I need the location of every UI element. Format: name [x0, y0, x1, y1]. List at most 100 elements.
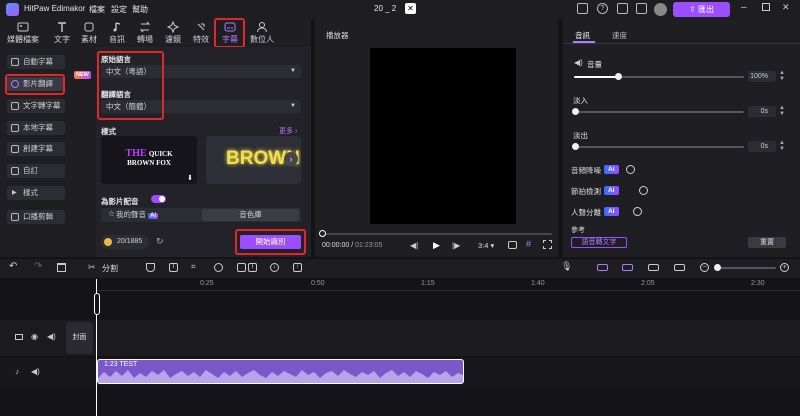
split-track-icon[interactable]	[648, 264, 659, 271]
volume-value-box[interactable]: 100%	[748, 71, 776, 82]
menu-help[interactable]: 幫助	[132, 4, 148, 15]
undo-icon[interactable]: ↶	[9, 261, 17, 272]
tab-divider	[563, 43, 800, 44]
zoom-in-icon[interactable]: +	[780, 263, 789, 272]
zoom-out-icon[interactable]: −	[700, 263, 709, 272]
speech-to-text-button[interactable]: 語音轉文字	[571, 237, 627, 248]
volume-knob[interactable]	[615, 73, 622, 80]
menu-settings[interactable]: 設定	[111, 4, 127, 15]
audio-clip[interactable]: 1:23 TEST	[97, 359, 464, 384]
project-name[interactable]: 20 _ 2	[374, 4, 396, 13]
style-preset-brown[interactable]: BROWN ›	[206, 136, 301, 184]
split-label[interactable]: 分割	[102, 263, 118, 274]
sidebar-item-style[interactable]: ▶ 樣式	[7, 186, 65, 200]
stepper-icon[interactable]: ▲ ▼	[779, 140, 785, 152]
message-icon[interactable]	[617, 3, 628, 14]
mail-icon[interactable]	[636, 3, 647, 14]
text-template-icon[interactable]: T	[248, 263, 257, 272]
track-lock-icon[interactable]	[15, 334, 23, 340]
delete-icon[interactable]	[57, 263, 66, 272]
video-track	[0, 320, 800, 356]
download-icon[interactable]: ↓	[270, 263, 279, 272]
tab-speed[interactable]: 速度	[612, 30, 627, 41]
sidebar-item-create-subtitle[interactable]: 創建字幕	[7, 142, 65, 156]
reset-button[interactable]: 重置	[748, 237, 786, 248]
chevron-right-icon[interactable]: ›	[284, 152, 298, 166]
microphone-icon[interactable]: 🎙︎	[561, 261, 572, 272]
export-clip-icon[interactable]: ↑	[293, 263, 302, 272]
volume-icon[interactable]: ◀)	[31, 367, 40, 376]
sidebar-item-talking-edit[interactable]: 口播剪輯	[7, 210, 65, 224]
time-display: 00:00:00 / 01:23:05	[322, 242, 383, 249]
fade-out-slider[interactable]	[574, 146, 744, 148]
export-button[interactable]: ⇪ 匯出	[673, 2, 730, 17]
video-preview[interactable]	[370, 48, 516, 224]
cover-button[interactable]: 封面	[66, 322, 93, 354]
info-icon[interactable]	[633, 207, 642, 216]
refresh-icon[interactable]: ↻	[156, 236, 164, 247]
caret-right-icon: ▶	[12, 190, 17, 196]
magnet-icon[interactable]	[622, 264, 633, 271]
my-voice-tab[interactable]: ☆ 我的聲音 Ai	[108, 209, 159, 221]
more-link[interactable]: 更多 ›	[279, 126, 297, 136]
info-icon[interactable]	[639, 186, 648, 195]
sidebar-item-text-to-subtitle[interactable]: 文字轉字幕	[7, 99, 65, 113]
crop-icon[interactable]: ⌗	[191, 262, 196, 272]
close-window-icon[interactable]: ✕	[782, 2, 790, 13]
stepper-icon[interactable]: ▲ ▼	[779, 70, 785, 82]
fade-out-value-box[interactable]: 0s	[748, 141, 776, 152]
sidebar-item-local-subtitle[interactable]: 本地字幕	[7, 121, 65, 135]
redo-icon[interactable]: ↷	[34, 261, 42, 272]
play-icon[interactable]: ▶	[433, 240, 440, 251]
style-preset-quick-brown-fox[interactable]: THE QUICK BROWN FOX ⬇	[101, 136, 197, 184]
sidebar-item-label: 本地字幕	[23, 123, 53, 132]
fit-icon[interactable]	[674, 264, 685, 271]
help-icon[interactable]: ?	[597, 3, 608, 14]
volume-label: 音量	[587, 60, 602, 69]
download-icon[interactable]: ⬇	[187, 174, 193, 182]
info-icon[interactable]	[626, 165, 635, 174]
sidebar-item-custom[interactable]: 自訂	[7, 164, 65, 178]
voice-library-tab[interactable]: 音色庫	[202, 209, 299, 221]
link-icon[interactable]	[597, 264, 608, 271]
tool-avatar[interactable]: 數位人	[246, 20, 278, 46]
avatar[interactable]	[654, 3, 667, 16]
eye-icon[interactable]: ◉	[31, 332, 38, 341]
menu-file[interactable]: 檔案	[89, 4, 105, 15]
style1-word-the: THE	[125, 148, 147, 159]
screen-icon[interactable]	[577, 3, 588, 14]
stepper-icon[interactable]: ▲ ▼	[779, 105, 785, 117]
speed-icon[interactable]	[214, 263, 223, 272]
fade-in-knob[interactable]	[572, 108, 579, 115]
fade-in-value-box[interactable]: 0s	[748, 106, 776, 117]
playhead-handle[interactable]	[94, 293, 100, 315]
tab-audio[interactable]: 音訊	[575, 30, 590, 41]
fade-out-knob[interactable]	[572, 143, 579, 150]
sidebar-item-auto-subtitle[interactable]: 自動字幕	[7, 55, 65, 69]
maximize-icon[interactable]	[762, 3, 770, 11]
tool-effects[interactable]: 特效	[185, 20, 217, 46]
talking-edit-icon	[11, 213, 19, 221]
close-preview-icon[interactable]: ✕	[405, 3, 416, 14]
volume-icon[interactable]: ◀)	[47, 332, 56, 341]
playhead-knob[interactable]	[319, 230, 326, 237]
aspect-ratio-select[interactable]: 3:4 ▾	[478, 241, 494, 250]
credits-value: 20/1885	[117, 238, 143, 245]
playback-progress[interactable]	[322, 233, 552, 235]
tool-label: 特效	[193, 35, 209, 44]
grid-icon[interactable]: #	[526, 239, 531, 249]
fullscreen-icon[interactable]	[543, 240, 552, 249]
snapshot-icon[interactable]	[508, 241, 517, 249]
next-frame-icon[interactable]: |▶	[452, 241, 460, 250]
dub-toggle[interactable]	[151, 195, 166, 203]
prev-frame-icon[interactable]: ◀|	[410, 241, 418, 250]
shield-icon[interactable]	[146, 263, 155, 272]
tool-media[interactable]: 媒體檔案	[7, 20, 39, 46]
minimize-icon[interactable]: –	[741, 2, 747, 13]
split-icon[interactable]: ✂	[88, 262, 96, 273]
text-box-icon[interactable]: T	[169, 263, 178, 272]
zoom-slider[interactable]	[714, 267, 776, 269]
zoom-knob[interactable]	[714, 264, 721, 271]
freeze-icon[interactable]	[237, 263, 246, 272]
fade-in-slider[interactable]	[574, 111, 744, 113]
